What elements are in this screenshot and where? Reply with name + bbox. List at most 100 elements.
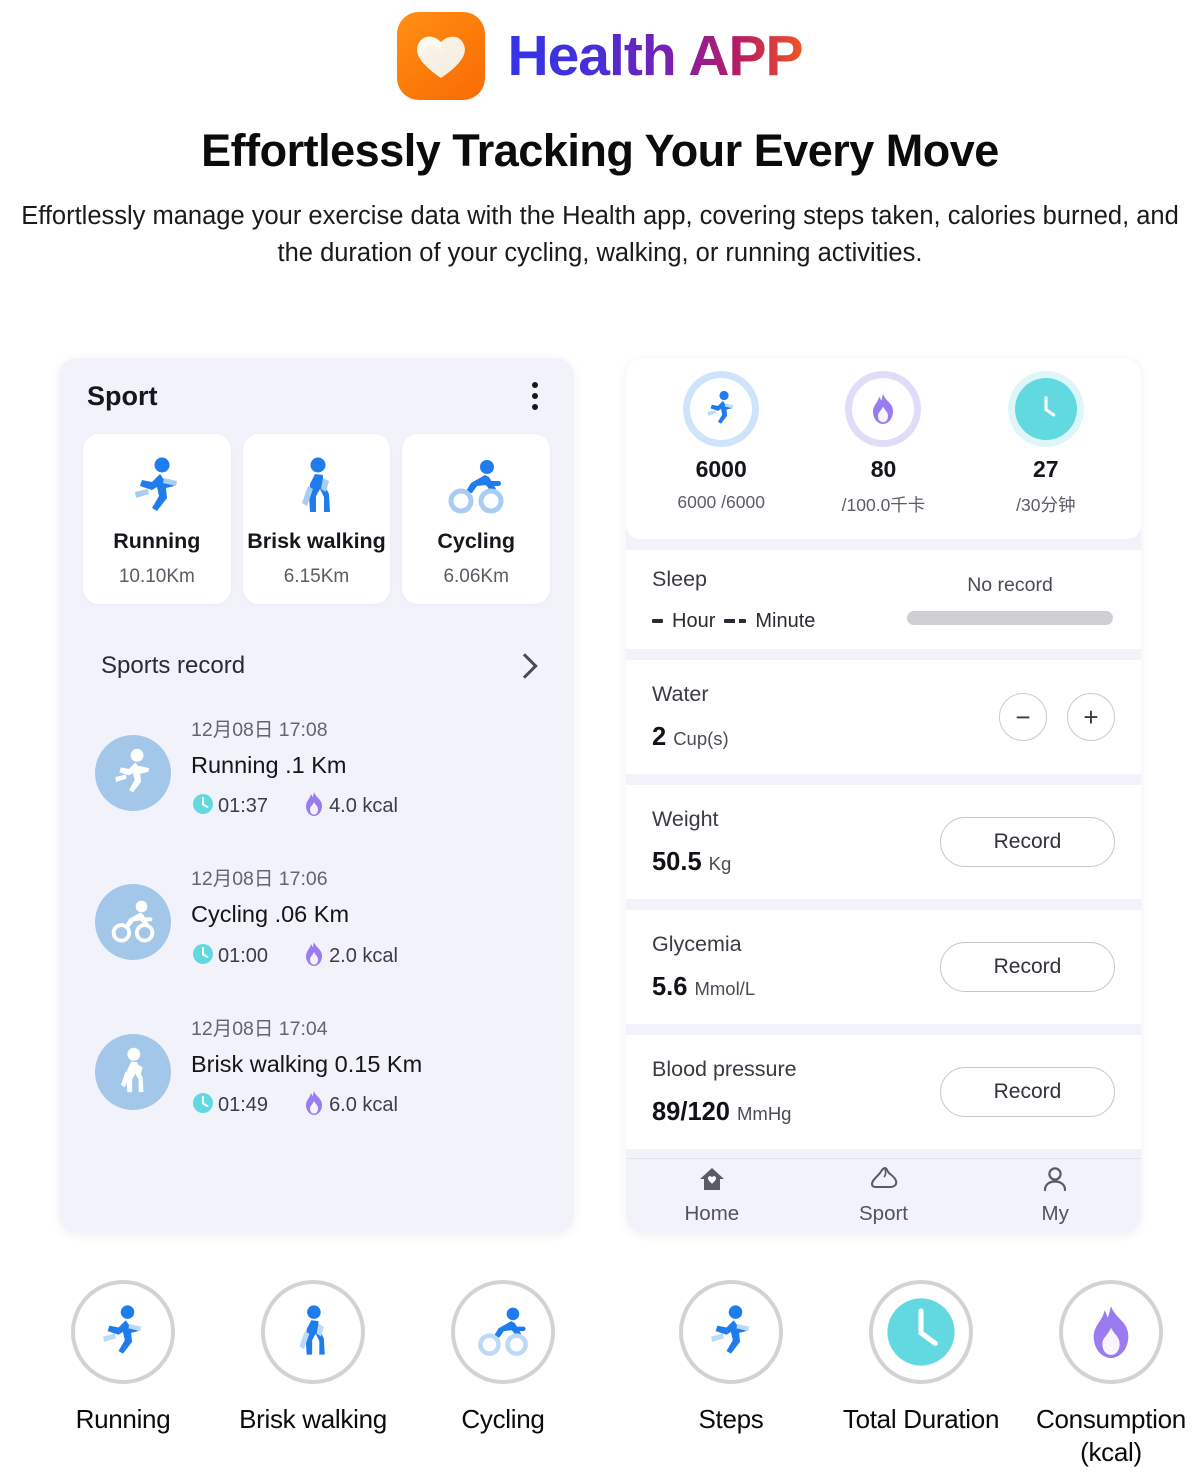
heart-icon [413, 31, 469, 81]
blood-pressure-record-button[interactable]: Record [940, 1067, 1115, 1117]
feature-total-duration[interactable]: Total Duration [826, 1280, 1016, 1468]
running-icon [679, 1280, 783, 1384]
record-duration: 01:00 [191, 942, 268, 971]
record-calories-value: 6.0 kcal [329, 1094, 398, 1117]
sleep-minute-unit: Minute [755, 609, 816, 632]
cycling-icon [445, 451, 507, 523]
feature-running[interactable]: Running [28, 1280, 218, 1468]
sport-screen-title: Sport [87, 380, 158, 411]
walking-icon [295, 451, 339, 523]
record-calories-value: 2.0 kcal [329, 944, 398, 967]
sport-card-brisk-walking[interactable]: Brisk walking 6.15Km [242, 434, 391, 604]
record-calories: 4.0 kcal [302, 791, 398, 822]
feature-steps[interactable]: Steps [636, 1280, 826, 1468]
blood-pressure-card[interactable]: Blood pressure 89/120 MmHg Record [626, 1035, 1141, 1149]
water-increment-button[interactable]: + [1067, 693, 1115, 741]
running-icon [95, 735, 171, 811]
sports-record-label: Sports record [101, 652, 246, 679]
record-date: 12月08日 17:06 [191, 868, 328, 891]
sport-card-running[interactable]: Running 10.10Km [83, 434, 231, 604]
sleep-duration: Hour Minute [652, 610, 815, 633]
blood-pressure-label: Blood pressure [652, 1057, 797, 1081]
tab-label: Sport [859, 1202, 908, 1225]
flame-icon [302, 1090, 326, 1121]
feature-consumption[interactable]: Consumption (kcal) [1016, 1280, 1200, 1468]
sleep-progress-bar [907, 611, 1113, 625]
feature-label: Running [75, 1404, 171, 1434]
divider [626, 899, 1141, 910]
running-icon [71, 1280, 175, 1384]
weight-record-button[interactable]: Record [940, 817, 1115, 867]
sport-summary-cards: Running 10.10Km Brisk walking 6.15Km Cyc… [59, 416, 574, 604]
record-date: 12月08日 17:04 [191, 1017, 328, 1040]
stat-value: 27 [1033, 456, 1059, 482]
record-calories: 2.0 kcal [302, 941, 398, 972]
screens-container: Sport Running 10.10Km Brisk walking 6.15… [0, 358, 1200, 1233]
tab-sport[interactable]: Sport [798, 1166, 970, 1226]
stat-calories[interactable]: 80 /100.0千卡 [802, 378, 964, 517]
home-screen: 6000 6000 /6000 80 /100.0千卡 27 /30分钟 Sle… [626, 358, 1141, 1233]
sports-record-list: 12月08日 17:08 Running .1 Km 01:37 4.0 kca… [59, 680, 574, 1140]
feature-strip: Running Brisk walking Cycling Steps Tota… [0, 1280, 1200, 1468]
stat-subvalue: 6000 /6000 [677, 492, 765, 512]
home-icon [698, 1166, 726, 1197]
flame-icon [302, 941, 326, 972]
divider [626, 774, 1141, 785]
feature-brisk-walking[interactable]: Brisk walking [218, 1280, 408, 1468]
sport-card-cycling[interactable]: Cycling 6.06Km [402, 434, 551, 604]
weight-value: 50.5 [652, 848, 702, 876]
glycemia-card[interactable]: Glycemia 5.6 Mmol/L Record [626, 910, 1141, 1024]
record-duration: 01:49 [191, 1091, 268, 1120]
stat-subvalue: /100.0千卡 [841, 495, 926, 515]
water-unit: Cup(s) [673, 728, 729, 749]
record-duration: 01:37 [191, 792, 268, 821]
blood-pressure-value: 89/120 [652, 1098, 730, 1126]
list-item[interactable]: 12月08日 17:08 Running .1 Km 01:37 4.0 kca… [59, 692, 574, 841]
feature-group-metrics: Steps Total Duration Consumption (kcal) [636, 1280, 1200, 1468]
walking-icon [261, 1280, 365, 1384]
sport-header: Sport [59, 358, 574, 416]
water-card[interactable]: Water 2 Cup(s) − + [626, 660, 1141, 774]
flame-icon [852, 378, 915, 440]
record-duration-value: 01:49 [218, 1094, 269, 1117]
tab-my[interactable]: My [969, 1166, 1141, 1226]
water-label: Water [652, 682, 709, 706]
walking-icon [95, 1033, 171, 1110]
brand-header: Health APP [0, 0, 1200, 104]
flame-icon [1059, 1280, 1163, 1384]
stat-steps[interactable]: 6000 6000 /6000 [640, 378, 802, 517]
sport-card-name: Cycling [437, 528, 515, 553]
record-date: 12月08日 17:08 [191, 719, 328, 741]
list-item[interactable]: 12月08日 17:04 Brisk walking 0.15 Km 01:49 [59, 991, 574, 1140]
cycling-icon [451, 1280, 555, 1384]
sport-card-distance: 6.06Km [443, 565, 509, 587]
sports-record-header[interactable]: Sports record [59, 604, 574, 680]
weight-card[interactable]: Weight 50.5 Kg Record [626, 785, 1141, 899]
record-activity: Brisk walking 0.15 Km [191, 1050, 423, 1077]
blood-pressure-unit: MmHg [737, 1103, 792, 1124]
divider [626, 649, 1141, 660]
glycemia-record-button[interactable]: Record [940, 942, 1115, 992]
water-decrement-button[interactable]: − [999, 693, 1047, 741]
dash-icon [652, 619, 663, 623]
shoe-icon [868, 1166, 900, 1197]
double-dash-icon [724, 619, 747, 623]
kebab-menu-icon[interactable] [524, 376, 546, 416]
clock-icon [191, 1091, 215, 1120]
glycemia-label: Glycemia [652, 932, 742, 956]
stat-duration[interactable]: 27 /30分钟 [965, 378, 1127, 517]
glycemia-unit: Mmol/L [694, 978, 756, 999]
page-subtitle: Effortlessly manage your exercise data w… [21, 201, 1179, 268]
feature-cycling[interactable]: Cycling [408, 1280, 598, 1468]
feature-group-activities: Running Brisk walking Cycling [28, 1280, 598, 1468]
tab-label: My [1041, 1202, 1069, 1225]
glycemia-value: 5.6 [652, 973, 688, 1001]
sleep-card[interactable]: Sleep Hour Minute No record [626, 550, 1141, 649]
record-activity: Cycling .06 Km [191, 901, 350, 928]
divider [626, 1024, 1141, 1035]
divider [626, 539, 1141, 550]
tab-home[interactable]: Home [626, 1166, 798, 1226]
chevron-right-icon[interactable] [512, 653, 538, 679]
record-calories-value: 4.0 kcal [329, 795, 398, 818]
list-item[interactable]: 12月08日 17:06 Cycling .06 Km 01:00 2.0 kc… [59, 841, 574, 990]
